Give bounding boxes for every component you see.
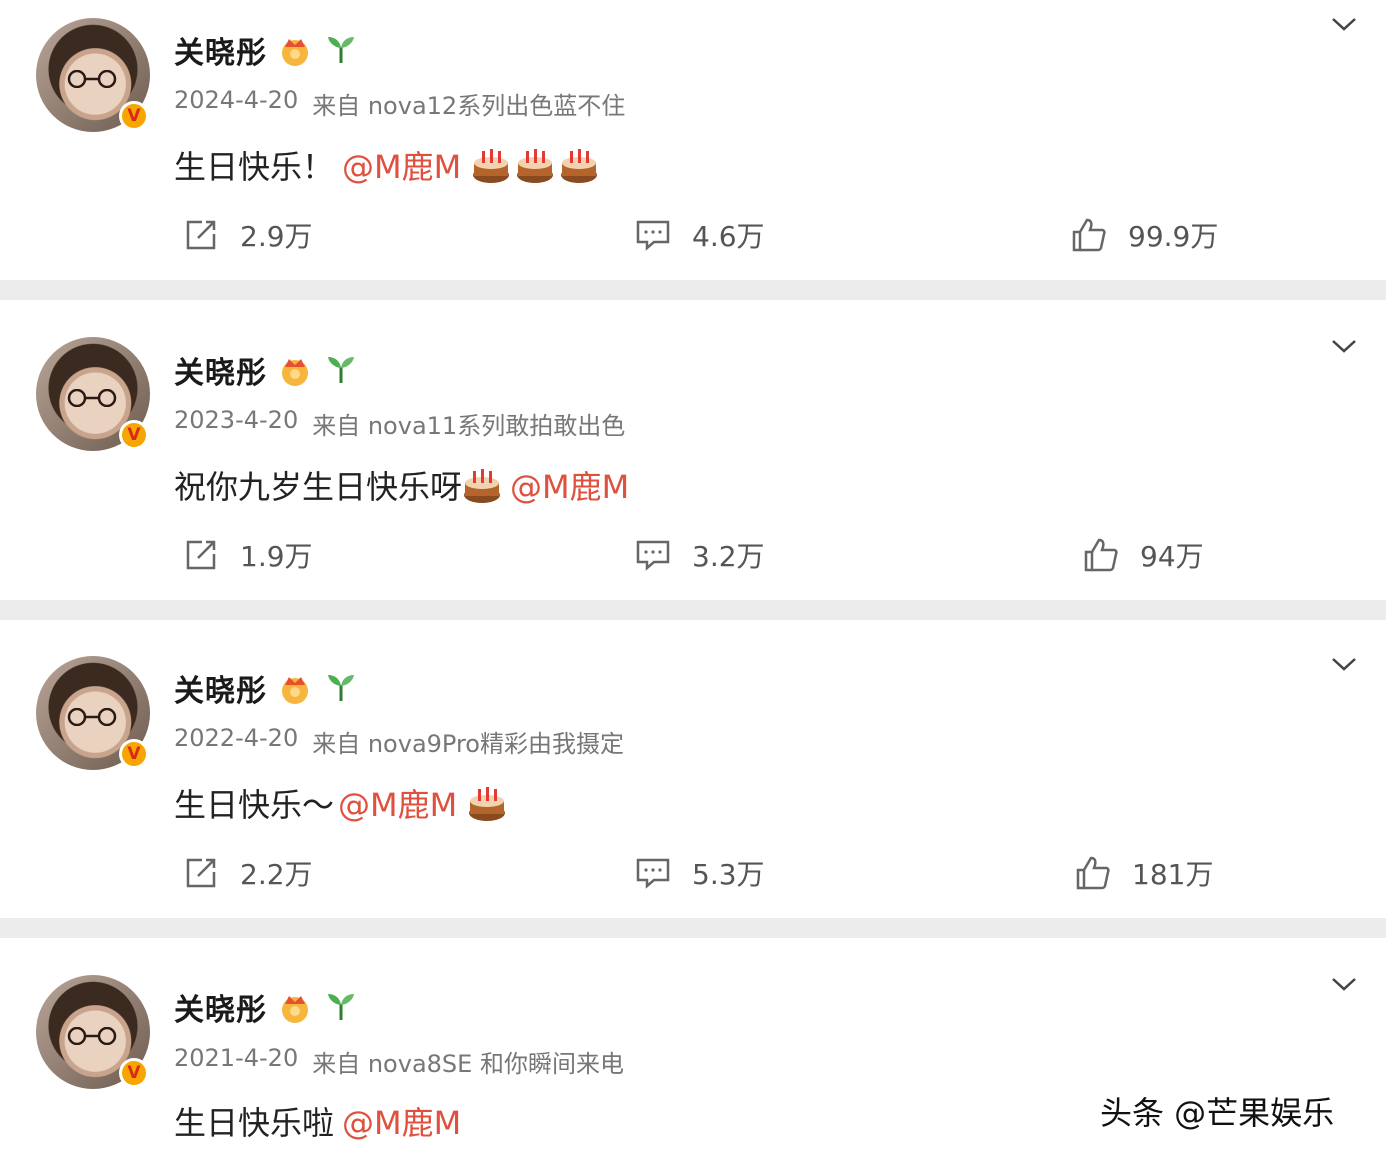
comment-count: 3.2万 — [692, 540, 765, 573]
comment-count: 4.6万 — [692, 220, 765, 253]
glasses-icon — [67, 1027, 117, 1045]
post-content: 祝你九岁生日快乐呀 @M鹿M — [174, 462, 629, 508]
username[interactable]: 关晓彤 — [174, 666, 267, 710]
mention-link[interactable]: @M鹿M — [342, 142, 461, 188]
comment-button[interactable]: 5.3万 — [634, 850, 765, 896]
weibo-post: V 关晓彤 2023-4-20 来自 nova11系列敢拍敢出色 祝你九岁生日快… — [0, 300, 1386, 600]
repost-icon — [186, 220, 216, 250]
repost-count: 2.9万 — [240, 220, 313, 253]
sprout-icon — [328, 37, 354, 63]
post-source: 来自 nova8SE 和你瞬间来电 — [312, 1050, 624, 1078]
repost-button[interactable]: 2.2万 — [182, 850, 313, 896]
mention-link[interactable]: @M鹿M — [342, 1098, 461, 1144]
birthday-cake-emoji — [517, 149, 554, 183]
glasses-icon — [67, 389, 117, 407]
thumbs-up-icon — [1072, 218, 1106, 252]
verified-v-icon: V — [119, 1058, 149, 1088]
like-button[interactable]: 94万 — [1082, 532, 1204, 578]
crown-badge-icon — [282, 677, 308, 704]
post-content: 生日快乐！ @M鹿M — [174, 142, 599, 188]
crown-badge-icon — [282, 359, 308, 386]
avatar[interactable]: V — [36, 656, 150, 770]
post-text: 生日快乐啦 — [174, 1104, 335, 1142]
repost-count: 1.9万 — [240, 540, 313, 573]
repost-icon — [186, 858, 216, 888]
verified-v-icon: V — [119, 101, 149, 131]
comment-count: 5.3万 — [692, 858, 765, 891]
like-count: 99.9万 — [1128, 220, 1219, 253]
like-count: 94万 — [1140, 540, 1204, 573]
like-button[interactable]: 99.9万 — [1070, 212, 1218, 258]
repost-icon — [186, 540, 216, 570]
mention-link[interactable]: @M鹿M — [510, 462, 629, 508]
comment-icon — [636, 540, 670, 571]
repost-button[interactable]: 1.9万 — [182, 532, 313, 578]
post-content: 生日快乐～ @M鹿M — [174, 780, 507, 826]
verified-v-icon: V — [119, 420, 149, 450]
repost-count: 2.2万 — [240, 858, 313, 891]
avatar[interactable]: V — [36, 18, 150, 132]
post-date[interactable]: 2021-4-20 — [174, 1044, 298, 1079]
crown-badge-icon — [282, 39, 308, 66]
post-text: 生日快乐～ — [174, 786, 335, 824]
like-count: 181万 — [1132, 858, 1214, 891]
repost-button[interactable]: 2.9万 — [182, 212, 313, 258]
chevron-down-icon[interactable] — [1330, 974, 1358, 994]
sprout-icon — [328, 357, 354, 383]
chevron-down-icon[interactable] — [1330, 654, 1358, 674]
thumbs-up-icon — [1084, 538, 1118, 572]
comment-button[interactable]: 3.2万 — [634, 532, 765, 578]
watermark: 头条 @芒果娱乐 — [1100, 1094, 1335, 1132]
username[interactable]: 关晓彤 — [174, 348, 267, 392]
avatar[interactable]: V — [36, 975, 150, 1089]
username[interactable]: 关晓彤 — [174, 985, 267, 1029]
post-date[interactable]: 2023-4-20 — [174, 406, 298, 441]
post-source: 来自 nova11系列敢拍敢出色 — [312, 412, 626, 440]
comment-icon — [636, 220, 670, 251]
weibo-post: V 关晓彤 2022-4-20 来自 nova9Pro精彩由我摄定 生日快乐～ … — [0, 620, 1386, 918]
sprout-icon — [328, 675, 354, 701]
post-date[interactable]: 2022-4-20 — [174, 724, 298, 759]
birthday-cake-emoji — [464, 469, 501, 503]
chevron-down-icon[interactable] — [1330, 336, 1358, 356]
username[interactable]: 关晓彤 — [174, 28, 267, 72]
comment-button[interactable]: 4.6万 — [634, 212, 765, 258]
birthday-cake-emoji — [561, 149, 598, 183]
post-source: 来自 nova9Pro精彩由我摄定 — [312, 730, 624, 758]
glasses-icon — [67, 708, 117, 726]
birthday-cake-emoji — [469, 787, 506, 821]
post-text: 祝你九岁生日快乐呀 — [174, 468, 463, 506]
post-date[interactable]: 2024-4-20 — [174, 86, 298, 121]
weibo-post: V 关晓彤 2024-4-20 来自 nova12系列出色蓝不住 生日快乐！ @… — [0, 0, 1386, 280]
comment-icon — [636, 858, 670, 889]
thumbs-up-icon — [1076, 856, 1110, 890]
post-content: 生日快乐啦 @M鹿M — [174, 1098, 461, 1144]
chevron-down-icon[interactable] — [1330, 14, 1358, 34]
post-text: 生日快乐！ — [174, 148, 335, 186]
crown-badge-icon — [282, 996, 308, 1023]
birthday-cake-emoji — [473, 149, 510, 183]
verified-v-icon: V — [119, 739, 149, 769]
glasses-icon — [67, 70, 117, 88]
sprout-icon — [328, 994, 354, 1020]
avatar[interactable]: V — [36, 337, 150, 451]
post-source: 来自 nova12系列出色蓝不住 — [312, 92, 626, 120]
mention-link[interactable]: @M鹿M — [338, 780, 457, 826]
like-button[interactable]: 181万 — [1074, 850, 1213, 896]
